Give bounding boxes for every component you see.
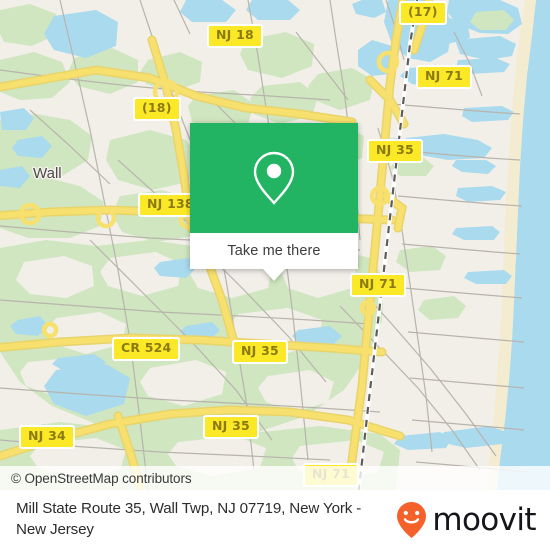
road-shield-nj-71-a[interactable]: NJ 71: [416, 65, 472, 89]
road-shield-nj-18[interactable]: NJ 18: [207, 24, 263, 48]
lagoon-6: [462, 106, 514, 122]
location-caption: Mill State Route 35, Wall Twp, NJ 07719,…: [16, 500, 362, 538]
road-shield-nj-35-c[interactable]: NJ 35: [203, 415, 259, 439]
moovit-wordmark: moovit: [432, 501, 536, 538]
map-canvas[interactable]: NJ 18 (17) NJ 71 (18) NJ 35 NJ 138 NJ 71…: [0, 0, 550, 490]
map-pin-icon: [253, 151, 295, 205]
moovit-smiley-pin-icon: [397, 502, 427, 538]
road-shield-nj-34[interactable]: NJ 34: [19, 425, 75, 449]
road-shield-18[interactable]: (18): [133, 97, 181, 121]
attribution-text[interactable]: © OpenStreetMap contributors: [0, 471, 192, 486]
callout-pointer-tail: [263, 269, 285, 281]
road-shield-17[interactable]: (17): [399, 1, 447, 25]
callout-header: [190, 123, 358, 233]
road-shield-nj-35-a[interactable]: NJ 35: [367, 139, 423, 163]
map-attribution-bar: © OpenStreetMap contributors: [0, 466, 550, 490]
place-label-wall: Wall: [33, 165, 62, 182]
moovit-logo[interactable]: moovit: [394, 500, 537, 540]
road-shield-cr-524[interactable]: CR 524: [112, 337, 181, 361]
take-me-there-label: Take me there: [227, 243, 321, 259]
callout-footer[interactable]: Take me there: [190, 233, 358, 269]
location-callout[interactable]: Take me there: [190, 123, 358, 281]
caption-bar: Mill State Route 35, Wall Twp, NJ 07719,…: [0, 490, 550, 550]
road-shield-nj-35-b[interactable]: NJ 35: [232, 340, 288, 364]
screenshot-root: NJ 18 (17) NJ 71 (18) NJ 35 NJ 138 NJ 71…: [0, 0, 550, 550]
road-shield-nj-71-b[interactable]: NJ 71: [350, 273, 406, 297]
